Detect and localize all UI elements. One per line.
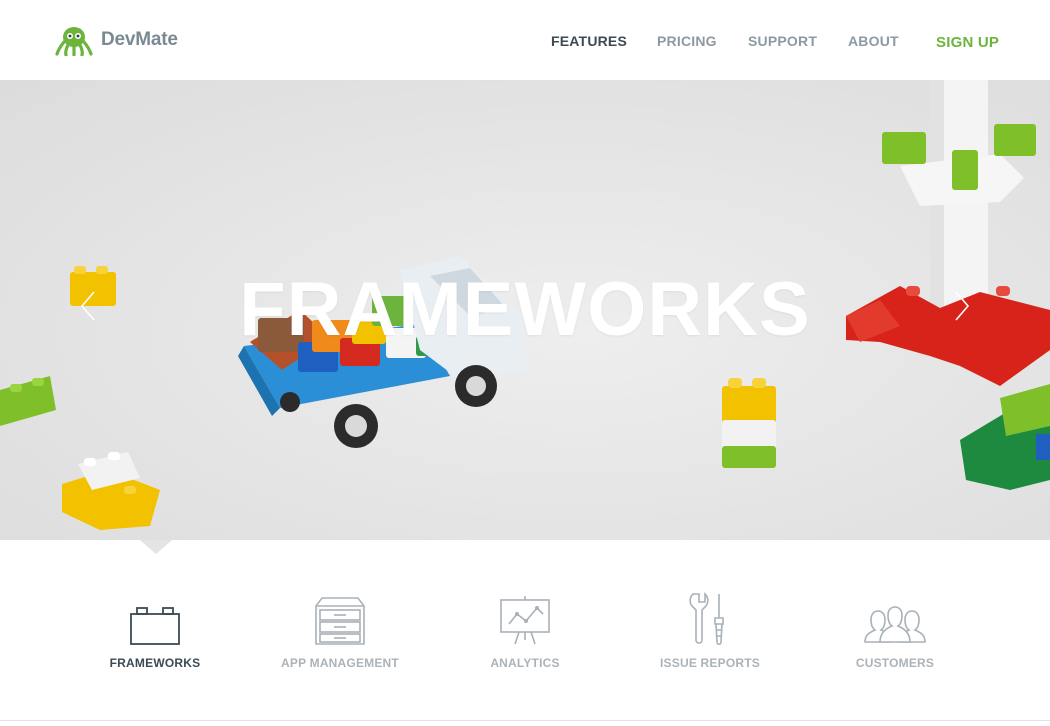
hero-title: FRAMEWORKS	[239, 267, 811, 352]
nav-support[interactable]: SUPPORT	[748, 33, 817, 49]
issue-reports-icon	[689, 592, 724, 646]
feature-tab-frameworks[interactable]: FRAMEWORKS	[70, 586, 240, 670]
header: DevMate FEATURES PRICING SUPPORT ABOUT S…	[0, 0, 1050, 80]
chevron-right-icon	[955, 291, 970, 321]
feature-tab-app-management[interactable]: APP MANAGEMENT	[255, 586, 425, 670]
nav-signup-button[interactable]: SIGN UP	[936, 34, 999, 51]
nav-about[interactable]: ABOUT	[848, 33, 899, 49]
hero-slider: FRAMEWORKS	[0, 80, 1050, 540]
frameworks-icon	[130, 607, 180, 645]
chevron-left-icon	[80, 291, 95, 321]
footer-divider	[0, 720, 1050, 721]
feature-label: CUSTOMERS	[855, 656, 935, 670]
feature-label: ANALYTICS	[490, 656, 560, 670]
feature-label: APP MANAGEMENT	[281, 656, 399, 670]
active-slide-pointer	[140, 540, 172, 554]
feature-tabs: FRAMEWORKS APP MANAGEMENT ANALYTICS ISSU…	[0, 554, 1050, 720]
feature-label: FRAMEWORKS	[109, 656, 201, 670]
slider-next-button[interactable]	[946, 286, 976, 326]
slider-prev-button[interactable]	[74, 286, 104, 326]
feature-label: ISSUE REPORTS	[660, 656, 760, 670]
nav-features[interactable]: FEATURES	[551, 33, 627, 49]
customers-icon	[864, 606, 926, 643]
feature-tab-customers[interactable]: CUSTOMERS	[810, 586, 980, 670]
nav-pricing[interactable]: PRICING	[657, 33, 717, 49]
app-management-icon	[315, 597, 365, 645]
analytics-icon	[500, 596, 550, 645]
main-nav: FEATURES PRICING SUPPORT ABOUT SIGN UP	[0, 33, 1050, 53]
feature-tab-analytics[interactable]: ANALYTICS	[440, 586, 610, 670]
feature-tab-issue-reports[interactable]: ISSUE REPORTS	[625, 586, 795, 670]
